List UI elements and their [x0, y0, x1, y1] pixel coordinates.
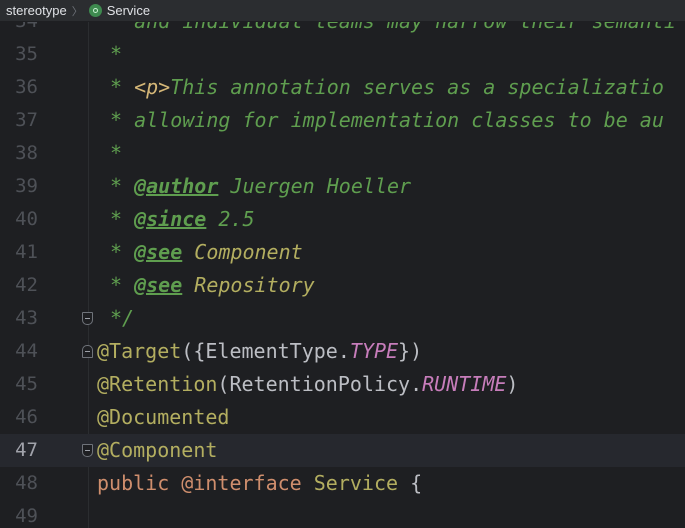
line-code: @Retention(RetentionPolicy.RUNTIME): [97, 368, 518, 401]
code-line[interactable]: 45 @Retention(RetentionPolicy.RUNTIME): [0, 368, 685, 401]
code-line[interactable]: 37 * allowing for implementation classes…: [0, 104, 685, 137]
code-line[interactable]: 44 @Target({ElementType.TYPE}): [0, 335, 685, 368]
html-tag: <p>: [134, 75, 171, 99]
line-number: 36: [15, 76, 38, 98]
line-number: 35: [15, 43, 38, 65]
line-number: 39: [15, 175, 38, 197]
line-code: * and individual teams may narrow their …: [110, 22, 676, 38]
code-line[interactable]: 48 public @interface Service {: [0, 467, 685, 500]
comment-text: This annotation serves as a specializati…: [170, 75, 664, 99]
code-text: {: [398, 471, 423, 495]
code-text: (RetentionPolicy.: [217, 372, 423, 396]
fold-end-icon[interactable]: [82, 444, 93, 457]
comment-text: * allowing for implementation classes to…: [110, 108, 664, 132]
line-code: * @see Repository: [110, 269, 315, 302]
annotation[interactable]: @Documented: [97, 405, 229, 429]
line-number: 37: [15, 109, 38, 131]
keyword: public: [97, 471, 170, 495]
breadcrumb-package[interactable]: stereotype: [6, 3, 67, 18]
code-line[interactable]: 43 */: [0, 302, 685, 335]
line-number: 49: [15, 505, 38, 527]
javadoc-tag: @author: [134, 174, 219, 198]
code-line-current[interactable]: 47 @Component: [0, 434, 685, 467]
line-number: 42: [15, 274, 38, 296]
breadcrumb-separator: 〉: [71, 5, 83, 18]
comment-text: 2.5: [206, 207, 255, 231]
line-code: * allowing for implementation classes to…: [110, 104, 664, 137]
line-number: 46: [15, 406, 38, 428]
code-line[interactable]: 42 * @see Repository: [0, 269, 685, 302]
code-line[interactable]: 40 * @since 2.5: [0, 203, 685, 236]
comment-text: *: [110, 240, 135, 264]
class-name[interactable]: Service: [314, 471, 398, 495]
line-number: 40: [15, 208, 38, 230]
comment-text: Juergen Hoeller: [218, 174, 412, 198]
javadoc-reference[interactable]: Component: [182, 240, 302, 264]
line-number: 48: [15, 472, 38, 494]
comment-text: *: [110, 273, 135, 297]
code-editor[interactable]: 34 * and individual teams may narrow the…: [0, 22, 685, 528]
code-line[interactable]: 36 * <p>This annotation serves as a spec…: [0, 71, 685, 104]
annotation[interactable]: @Component: [97, 438, 217, 462]
line-code: *: [110, 137, 122, 170]
code-line[interactable]: 49: [0, 500, 685, 528]
comment-text: *: [110, 42, 123, 66]
line-code: * @see Component: [110, 236, 303, 269]
line-code: @Component: [97, 434, 217, 467]
javadoc-tag: @see: [134, 240, 183, 264]
comment-text: *: [110, 174, 135, 198]
fold-start-icon[interactable]: [82, 345, 93, 358]
code-line[interactable]: 35 *: [0, 38, 685, 71]
enum-constant[interactable]: RUNTIME: [422, 372, 506, 396]
fold-end-icon[interactable]: [82, 312, 93, 325]
line-code: * <p>This annotation serves as a special…: [110, 71, 664, 104]
javadoc-tag: @since: [134, 207, 207, 231]
line-code: * @since 2.5: [110, 203, 255, 236]
line-code: @Target({ElementType.TYPE}): [97, 335, 422, 368]
code-line[interactable]: 41 * @see Component: [0, 236, 685, 269]
line-number: 34: [0, 22, 38, 38]
comment-text: *: [110, 75, 135, 99]
annotation[interactable]: @Target: [97, 339, 181, 363]
keyword: @: [169, 471, 194, 495]
comment-text: * and individual teams may narrow their …: [110, 22, 676, 33]
breadcrumb-file-label: Service: [106, 3, 151, 18]
line-code: * @author Juergen Hoeller: [110, 170, 411, 203]
line-number: 43: [15, 307, 38, 329]
code-line[interactable]: 39 * @author Juergen Hoeller: [0, 170, 685, 203]
line-number: 47: [15, 439, 38, 461]
annotation[interactable]: @Retention: [97, 372, 217, 396]
code-line[interactable]: 34 * and individual teams may narrow the…: [0, 22, 685, 38]
code-line[interactable]: 46 @Documented: [0, 401, 685, 434]
comment-text: *: [110, 207, 135, 231]
line-number: 45: [15, 373, 38, 395]
code-text: ({ElementType.: [181, 339, 350, 363]
line-number: 44: [15, 340, 38, 362]
spring-bean-icon: [88, 4, 102, 17]
line-code: *: [110, 38, 122, 71]
code-text: }): [398, 339, 423, 363]
line-code: @Documented: [97, 401, 229, 434]
line-code: public @interface Service {: [97, 467, 422, 500]
javadoc-reference[interactable]: Repository: [182, 273, 314, 297]
breadcrumb: stereotype 〉 Service: [0, 0, 685, 22]
line-number: 38: [15, 142, 38, 164]
enum-constant[interactable]: TYPE: [350, 339, 398, 363]
code-line[interactable]: 38 *: [0, 137, 685, 170]
breadcrumb-file[interactable]: Service: [88, 3, 151, 18]
keyword: interface: [193, 471, 302, 495]
line-number: 41: [15, 241, 38, 263]
code-text: ): [506, 372, 519, 396]
javadoc-tag: @see: [134, 273, 183, 297]
comment-text: *: [110, 141, 123, 165]
comment-text: */: [110, 306, 135, 330]
line-code: */: [110, 302, 134, 335]
